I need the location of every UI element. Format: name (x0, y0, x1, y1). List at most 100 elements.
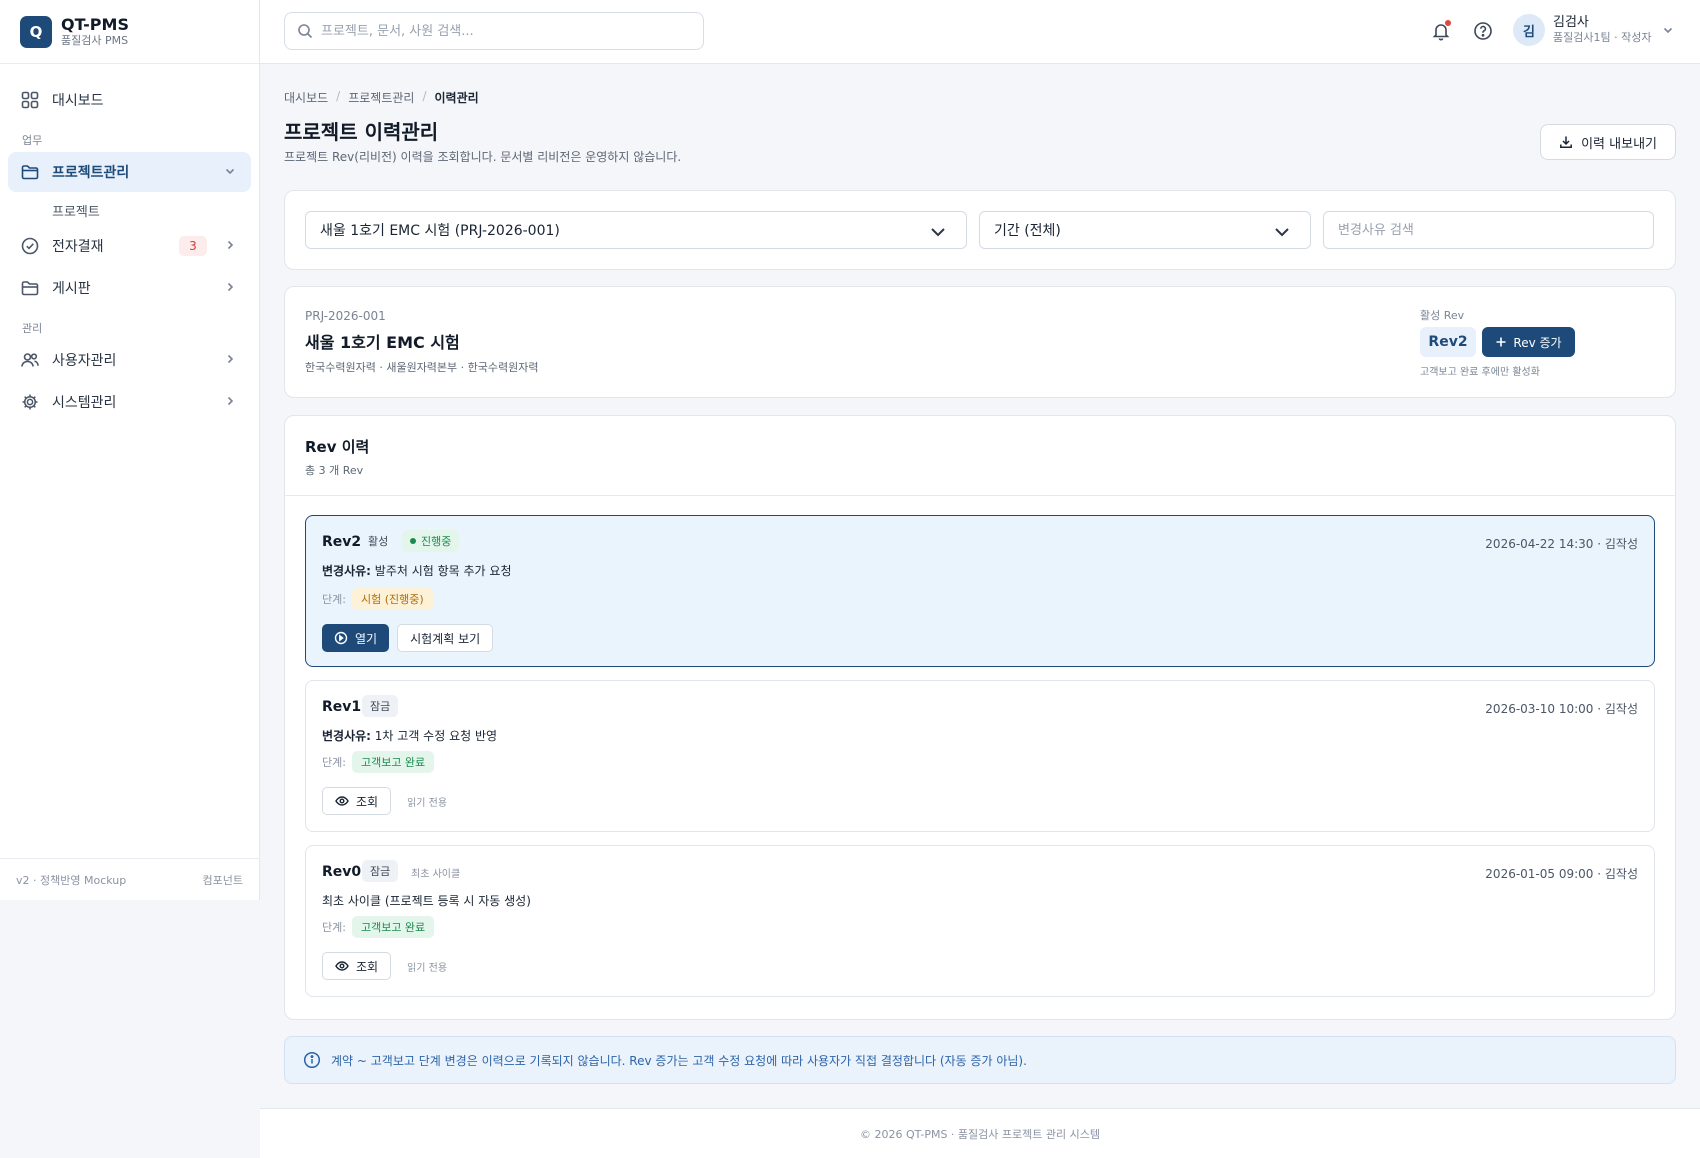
breadcrumb-parent[interactable]: 프로젝트관리 (348, 89, 414, 106)
stage-badge: 고객보고 완료 (351, 916, 435, 938)
stage-label: 단계: (322, 921, 346, 934)
open-button[interactable]: 열기 (322, 624, 390, 652)
reason-label: 변경사유: (322, 729, 371, 743)
stage-row: 단계: 고객보고 완료 (322, 751, 435, 773)
project-organization: 한국수력원자력 · 새울원자력본부 · 한국수력원자력 (305, 361, 539, 374)
help-icon[interactable] (1472, 20, 1494, 42)
stage-badge: 시험 (진행중) (351, 588, 433, 610)
sidebar-nav: 대시보드 업무 프로젝트관리 프로젝트 전자결재 3 게시판 관리 사용자관리 (0, 64, 259, 422)
download-icon (1560, 136, 1573, 148)
project-select[interactable]: 새울 1호기 EMC 시험 (PRJ-2026-001) (305, 211, 967, 249)
brand-subtitle: 품질검사 PMS (61, 33, 129, 47)
sidebar-item-label: 프로젝트관리 (52, 165, 130, 181)
search-input[interactable] (321, 23, 681, 39)
chevron-right-icon (227, 282, 234, 292)
brand-logo: Q (20, 15, 52, 48)
page-title: 프로젝트 이력관리 (284, 120, 439, 144)
rev-item-rev1[interactable]: Rev1 잠금 2026-03-10 10:00 · 김작성 변경사유: 1차 … (305, 680, 1655, 832)
components-link[interactable]: 컴포넌트 (203, 872, 243, 888)
rev-name: Rev1 (322, 699, 362, 715)
notification-dot (1445, 20, 1451, 26)
sidebar-item-system-mgmt[interactable]: 시스템관리 (8, 382, 251, 422)
chevron-right-icon (227, 240, 234, 250)
sidebar-item-user-mgmt[interactable]: 사용자관리 (8, 340, 251, 380)
folder-icon (21, 165, 39, 180)
eye-icon (335, 961, 349, 971)
rev-item-rev2[interactable]: Rev2 활성 진행중 2026-04-22 14:30 · 김작성 변경사유:… (305, 515, 1655, 667)
avatar: 김 (1513, 14, 1545, 46)
rev-meta: 2026-01-05 09:00 · 김작성 (1485, 867, 1638, 881)
status-badge: 진행중 (402, 530, 460, 552)
project-name: 새울 1호기 EMC 시험 (305, 333, 460, 352)
rev-note: 최초 사이클 (411, 869, 461, 880)
rev-state-tag: 활성 (368, 535, 389, 548)
project-code: PRJ-2026-001 (305, 309, 386, 323)
breadcrumb-home[interactable]: 대시보드 (284, 89, 328, 106)
sidebar-subitem-project[interactable]: 프로젝트 (8, 194, 251, 226)
history-title: Rev 이력 (305, 438, 370, 456)
stage-label: 단계: (322, 593, 346, 606)
chevron-right-icon (227, 354, 234, 364)
chevron-down-icon (1275, 228, 1289, 237)
filter-card: 새울 1호기 EMC 시험 (PRJ-2026-001) 기간 (전체) (284, 190, 1676, 270)
rev-reason: 변경사유: 발주처 시험 항목 추가 요청 (322, 562, 512, 579)
nav-section-admin: 관리 (22, 322, 43, 335)
reason-label: 변경사유: (322, 564, 371, 578)
active-rev-label: 활성 Rev (1420, 309, 1465, 322)
project-summary-card: PRJ-2026-001 새울 1호기 EMC 시험 한국수력원자력 · 새울원… (284, 286, 1676, 398)
user-role: 품질검사1팀 · 작성자 (1553, 31, 1652, 44)
status-dot (410, 538, 416, 544)
brand-name: QT-PMS (61, 14, 129, 34)
info-text: 계약 ~ 고객보고 단계 변경은 이력으로 기록되지 않습니다. Rev 증가는… (331, 1053, 1027, 1068)
gear-icon (22, 394, 38, 410)
export-history-button[interactable]: 이력 내보내기 (1540, 124, 1676, 160)
rev-actions: 조회 읽기 전용 (322, 952, 447, 980)
sidebar-item-board[interactable]: 게시판 (8, 268, 251, 308)
brand[interactable]: Q QT-PMS 품질검사 PMS (0, 0, 259, 64)
sidebar-item-label: 시스템관리 (52, 395, 117, 411)
stage-row: 단계: 시험 (진행중) (322, 588, 433, 610)
user-name: 김검사 (1553, 15, 1589, 30)
reason-search-input[interactable] (1323, 211, 1654, 249)
page-footer: © 2026 QT-PMS · 품질검사 프로젝트 관리 시스템 (260, 1108, 1700, 1158)
folder-open-icon (21, 281, 39, 296)
grid-icon (21, 91, 39, 109)
rev-history-card: Rev 이력 총 3 개 Rev Rev2 활성 진행중 2026-04-22 … (284, 415, 1676, 1020)
rev-actions: 열기 시험계획 보기 (322, 624, 494, 652)
rev-reason: 최초 사이클 (프로젝트 등록 시 자동 생성) (322, 894, 531, 908)
view-button[interactable]: 조회 (322, 787, 392, 815)
divider (285, 495, 1675, 496)
rev-item-rev0[interactable]: Rev0 잠금 최초 사이클 2026-01-05 09:00 · 김작성 최초… (305, 845, 1655, 997)
breadcrumb-current: 이력관리 (434, 91, 479, 105)
info-notice: 계약 ~ 고객보고 단계 변경은 이력으로 기록되지 않습니다. Rev 증가는… (284, 1036, 1676, 1084)
sidebar-item-approval[interactable]: 전자결재 3 (8, 226, 251, 266)
user-menu[interactable]: 김 김검사 품질검사1팀 · 작성자 (1513, 14, 1675, 46)
rev-increase-hint: 고객보고 완료 후에만 활성화 (1420, 367, 1540, 378)
plus-icon (1496, 337, 1506, 347)
play-circle-icon (334, 631, 348, 645)
rev-name: Rev0 (322, 864, 362, 880)
view-label: 조회 (356, 959, 379, 974)
sidebar-item-project-mgmt[interactable]: 프로젝트관리 (8, 152, 251, 192)
period-select[interactable]: 기간 (전체) (979, 211, 1311, 249)
chevron-down-icon (1664, 27, 1673, 34)
stage-row: 단계: 고객보고 완료 (322, 916, 435, 938)
approval-count-badge: 3 (179, 236, 207, 256)
footer-text: © 2026 QT-PMS · 품질검사 프로젝트 관리 시스템 (860, 1127, 1100, 1141)
project-select-value: 새울 1호기 EMC 시험 (PRJ-2026-001) (320, 223, 560, 239)
rev-increase-button[interactable]: Rev 증가 (1482, 327, 1575, 357)
view-label: 조회 (356, 794, 379, 809)
view-button[interactable]: 조회 (322, 952, 392, 980)
sidebar-item-label: 대시보드 (52, 93, 104, 109)
nav-section-work: 업무 (22, 134, 43, 147)
sidebar-background (0, 900, 260, 1158)
rev-state-tag: 잠금 (362, 860, 399, 882)
view-test-plan-button[interactable]: 시험계획 보기 (397, 624, 494, 652)
sidebar-item-label: 게시판 (52, 281, 91, 297)
search-box[interactable] (284, 12, 704, 50)
readonly-label: 읽기 전용 (407, 962, 448, 974)
main-content: 대시보드 / 프로젝트관리 / 이력관리 프로젝트 이력관리 프로젝트 Rev(… (260, 64, 1700, 1158)
sidebar-item-dashboard[interactable]: 대시보드 (8, 80, 251, 120)
reason-text: 1차 고객 수정 요청 반영 (374, 729, 498, 743)
stage-badge: 고객보고 완료 (351, 751, 435, 773)
